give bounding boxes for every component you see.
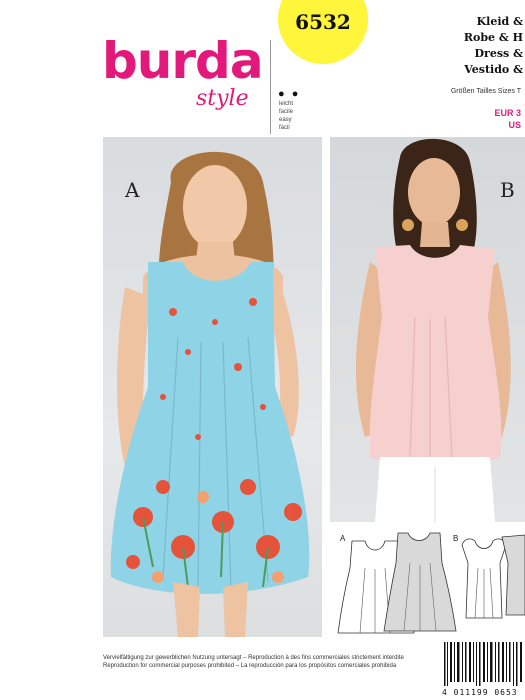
title-en: Dress & (474, 47, 523, 60)
copyright-line: Reproduction for commercial purposes pro… (103, 663, 397, 669)
title-es: Vestido & (464, 63, 523, 76)
sketch-label-b: B (453, 534, 459, 543)
difficulty-dots: ● ● (278, 88, 301, 100)
title-fr: Robe & H (463, 31, 523, 44)
garment-titles: Kleid & Robe & H Dress & Vestido & (464, 14, 523, 78)
title-de: Kleid & (476, 15, 523, 28)
brand-logo: burda (102, 32, 264, 90)
view-label-a: A (125, 178, 140, 202)
model-b-illustration (355, 138, 511, 522)
difficulty-label: easy (279, 117, 292, 123)
difficulty-labels: leicht facile easy fácil (279, 100, 293, 132)
pattern-number: 6532 (295, 10, 351, 34)
barcode-icon (444, 642, 522, 686)
copyright-line: Vervielfältigung zur gewerblichen Nutzun… (103, 655, 404, 661)
model-a-illustration (110, 151, 310, 637)
header-divider (270, 40, 271, 134)
copyright-notice: Vervielfältigung zur gewerblichen Nutzun… (103, 654, 404, 670)
brand-logo-sub: style (196, 86, 249, 111)
photo-view-a (103, 137, 322, 637)
size-us: US (508, 120, 521, 130)
difficulty-label: leicht (279, 101, 294, 107)
photo-view-b (330, 137, 525, 522)
technical-sketches (330, 523, 525, 643)
flat-drawings (337, 532, 525, 634)
difficulty-label: fácil (279, 125, 290, 131)
difficulty-label: facile (279, 109, 294, 115)
size-eur: EUR 3 (494, 108, 521, 118)
view-label-b: B (500, 178, 515, 202)
barcode-number: 4 011199 0653 (442, 688, 518, 697)
sketch-label-a: A (340, 534, 346, 543)
sizes-heading: Größen Tailles Sizes T (450, 88, 521, 95)
